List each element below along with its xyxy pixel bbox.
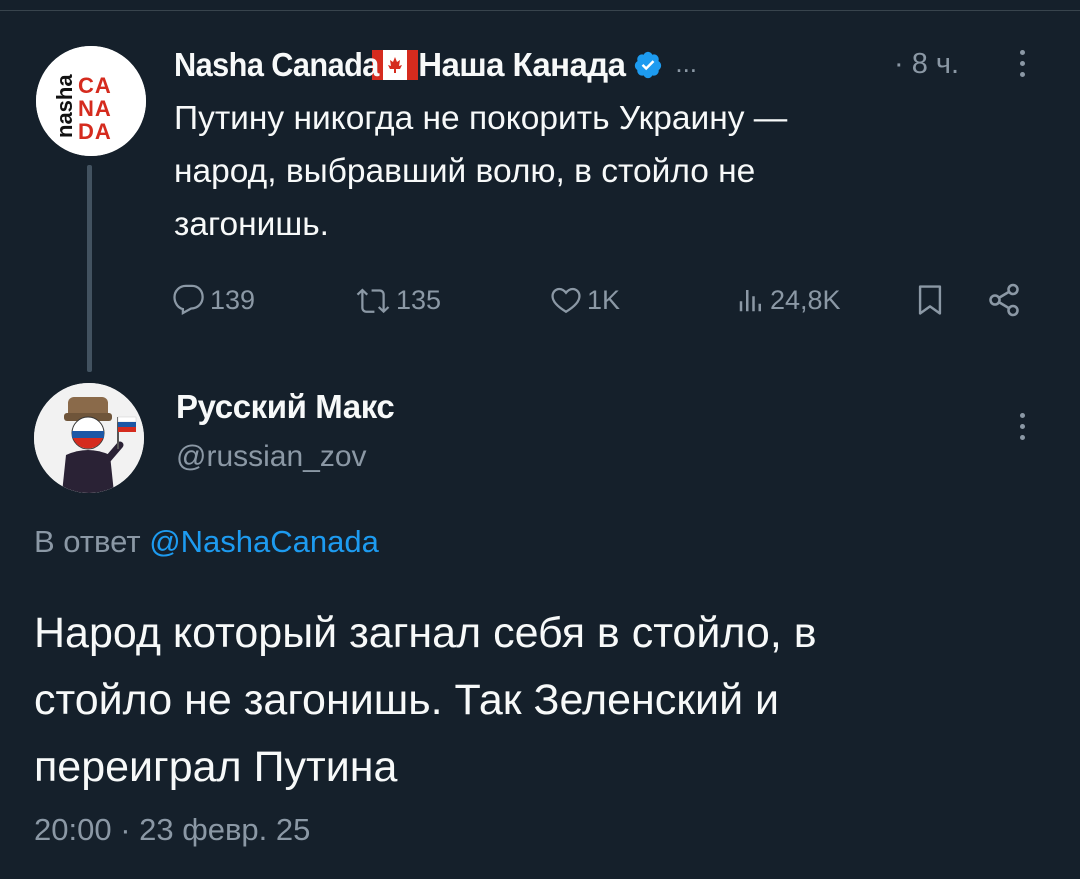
share-button[interactable] [985,280,1023,320]
parent-timestamp[interactable]: · 8 ч. [894,48,959,81]
parent-author-name-ru[interactable]: Наша Канада [418,46,626,84]
reply-text-line: стойло не загонишь. Так Зеленский и [34,676,780,724]
avatar-side-text: nasha [52,74,77,138]
share-icon [989,283,1019,317]
like-button[interactable]: 1K [549,280,620,320]
nasha-canada-logo: nasha CA NA DA [36,46,146,156]
reply-text-line: переиграл Путина [34,743,398,791]
more-icon[interactable] [1017,413,1027,440]
parent-time: 8 ч. [911,48,960,80]
canada-flag-icon [372,50,419,80]
reply-tweet-text: Народ который загнал себя в стойло, в ст… [34,600,1034,801]
replying-to-prefix: В ответ [34,524,141,559]
replying-to: В ответ @NashaCanada [34,524,379,560]
parent-text-line: Путину никогда не покорить Украину — [174,100,788,137]
reply-author-handle[interactable]: @russian_zov [176,440,367,474]
countryhuman-avatar-image [34,383,144,493]
reply-text-line: Народ который загнал себя в стойло, в [34,609,817,657]
views-icon [739,290,761,312]
retweet-count: 135 [396,284,442,315]
svg-text:CA: CA [78,73,112,98]
views-button[interactable]: 24,8K [736,280,841,320]
name-overflow-ellipsis: ... [675,47,698,78]
parent-tweet-text: Путину никогда не покорить Украину — нар… [174,92,934,251]
reply-icon [173,284,204,315]
bookmark-icon [918,285,942,315]
svg-text:NA: NA [78,96,112,121]
parent-text-line: народ, выбравший волю, в стойло не [174,153,756,190]
parent-author-name[interactable]: Nasha Canada [174,46,379,84]
like-icon [551,287,581,314]
bookmark-button[interactable] [913,280,947,320]
svg-text:DA: DA [78,119,112,144]
views-count: 24,8K [770,284,841,315]
thread-connector [87,165,92,372]
replying-to-mention-link[interactable]: @NashaCanada [149,524,379,559]
parent-text-line: загонишь. [174,206,329,243]
more-icon[interactable] [1017,50,1027,77]
reply-avatar[interactable] [34,383,144,493]
reply-button[interactable]: 139 [172,280,255,320]
retweet-icon [356,288,390,314]
parent-avatar[interactable]: nasha CA NA DA [36,46,146,156]
reply-timestamp[interactable]: 20:00 · 23 февр. 25 [34,812,310,848]
top-divider [0,10,1080,11]
reply-author-name[interactable]: Русский Макс [176,388,395,426]
verified-icon [635,51,662,79]
parent-author-row: Nasha Canada Наша Канада ... [174,44,697,86]
retweet-button[interactable]: 135 [354,280,441,320]
reply-count: 139 [210,284,256,315]
time-separator: · [894,48,904,80]
like-count: 1K [587,284,621,315]
